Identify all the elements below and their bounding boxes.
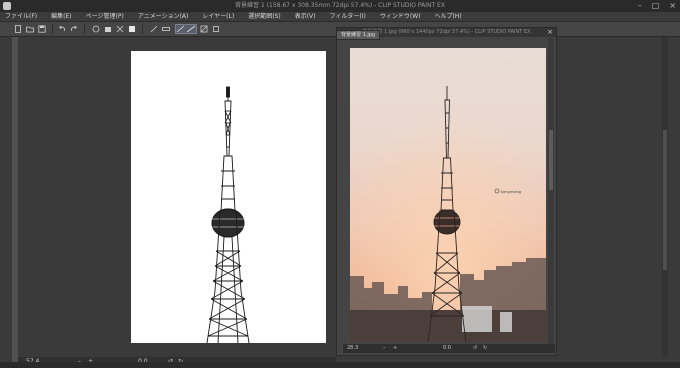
open-icon[interactable]: [26, 25, 34, 33]
menu-view[interactable]: 表示(V): [295, 12, 316, 22]
fill-icon[interactable]: [104, 25, 112, 33]
menu-layer[interactable]: レイヤー(L): [202, 12, 234, 22]
close-button[interactable]: ×: [669, 0, 676, 12]
tone-icon[interactable]: [200, 25, 208, 33]
window-title: 背景練習 1 (158.67 x 308.35mm 72dpi 57.4%) -…: [235, 2, 445, 9]
minimize-button[interactable]: –: [638, 0, 642, 12]
sub-zoom-in-icon[interactable]: +: [393, 344, 397, 353]
settings-icon[interactable]: [212, 25, 220, 33]
redo-icon[interactable]: [70, 25, 78, 33]
menu-help[interactable]: ヘルプ(H): [434, 12, 461, 22]
ruler-icon[interactable]: [162, 25, 170, 33]
menu-animation[interactable]: アニメーション(A): [138, 12, 189, 22]
maximize-button[interactable]: □: [652, 0, 660, 12]
window-title-bar: 背景練習 1 (158.67 x 308.35mm 72dpi 57.4%) -…: [0, 0, 680, 12]
workspace-scroll-thumb[interactable]: [663, 130, 667, 270]
sub-zoom-readout[interactable]: 28.3: [347, 344, 358, 353]
line-tool-icon[interactable]: [175, 24, 197, 34]
drawing-canvas[interactable]: [131, 51, 326, 344]
sub-window-close-icon[interactable]: ×: [547, 28, 553, 37]
reference-icon[interactable]: [128, 25, 136, 33]
photo-watermark: Jiangmiang: [500, 190, 521, 194]
reference-photo[interactable]: Jiangmiang: [350, 48, 546, 342]
clear-icon[interactable]: [92, 25, 100, 33]
save-icon[interactable]: [38, 25, 46, 33]
undo-icon[interactable]: [58, 25, 66, 33]
menu-selection[interactable]: 選択範囲(S): [248, 12, 281, 22]
sub-angle-readout[interactable]: 0.0: [443, 344, 451, 353]
menu-bar: ファイル(F) 編集(E) ページ管理(P) アニメーション(A) レイヤー(L…: [0, 12, 680, 22]
city-tower-photo: Jiangmiang: [350, 48, 546, 342]
new-icon[interactable]: [14, 25, 22, 33]
tab-document[interactable]: 背景練習 1.jpg: [336, 30, 381, 40]
tower-lineart: [206, 86, 250, 344]
menu-file[interactable]: ファイル(F): [5, 12, 37, 22]
menu-filter[interactable]: フィルター(I): [330, 12, 366, 22]
sub-window-status-bar: 28.3 – + 0.0 ↺ ↻: [343, 344, 555, 353]
sub-rotate-left-icon[interactable]: ↺: [473, 344, 477, 353]
menu-window[interactable]: ウィンドウ(W): [380, 12, 421, 22]
sub-zoom-out-icon[interactable]: –: [383, 344, 386, 353]
sub-rotate-right-icon[interactable]: ↻: [483, 344, 487, 353]
bottom-panel-edge: [0, 362, 680, 368]
menu-page[interactable]: ページ管理(P): [86, 12, 124, 22]
sub-window-scrollbar[interactable]: [548, 38, 554, 345]
snap-icon[interactable]: [150, 25, 158, 33]
transform-icon[interactable]: [116, 25, 124, 33]
sub-window-scroll-thumb[interactable]: [549, 130, 553, 190]
menu-edit[interactable]: 編集(E): [51, 12, 71, 22]
